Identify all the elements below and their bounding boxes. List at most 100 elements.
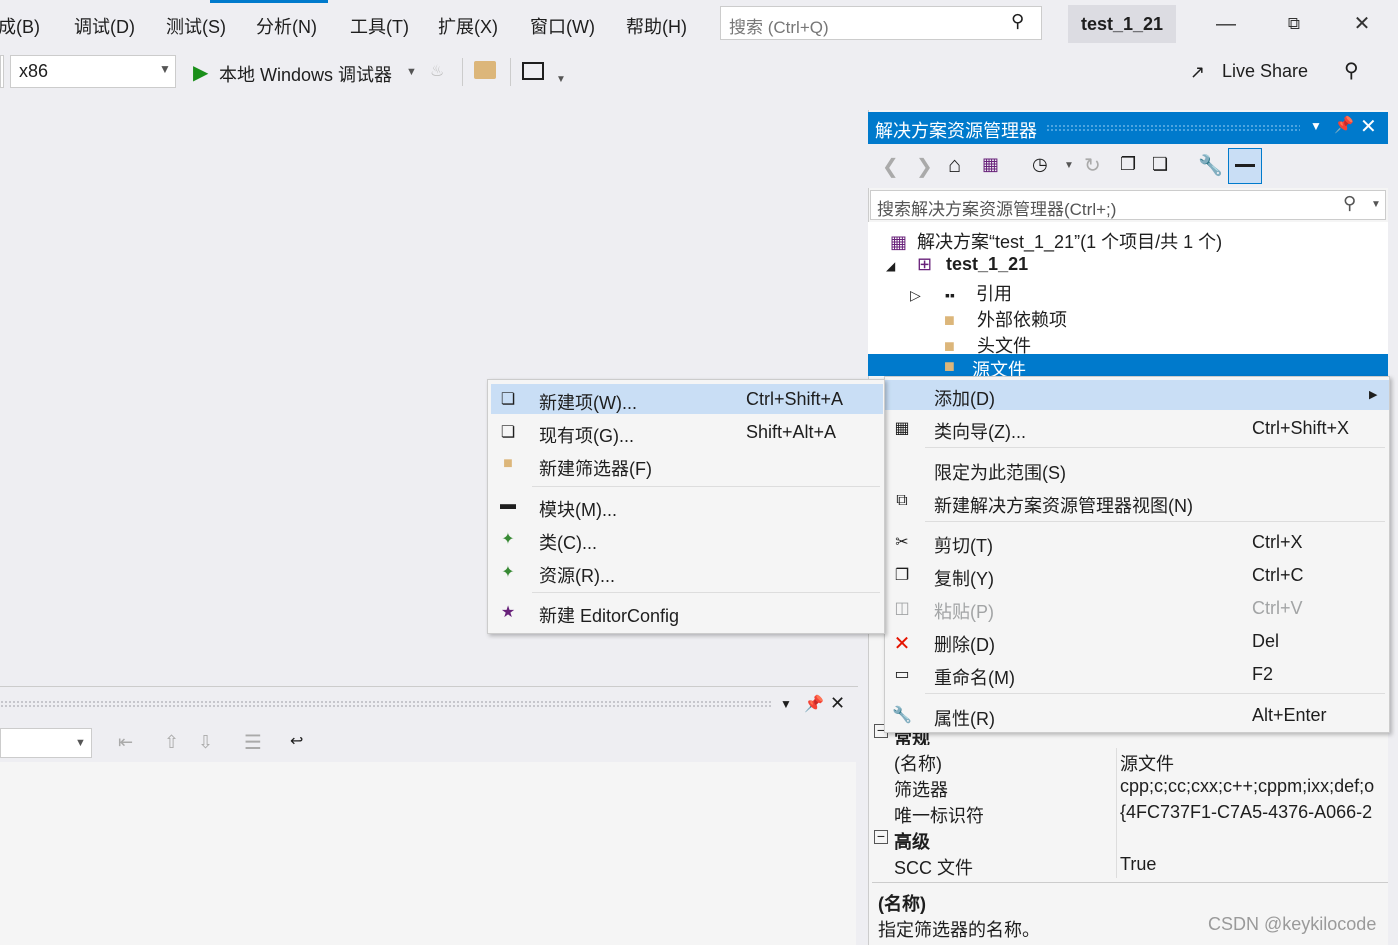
add-submenu: ❏ 新建项(W)... Ctrl+Shift+A ❏ 现有项(G)... Shi… (487, 379, 885, 634)
menu-item-shortcut: Ctrl+V (1252, 598, 1303, 618)
restore-icon[interactable]: ⧉ (1274, 8, 1314, 40)
back-icon[interactable]: ❮ (882, 154, 899, 179)
debugger-dropdown-icon[interactable]: ▼ (406, 66, 417, 78)
prop-uid-value[interactable]: {4FC737F1-C7A5-4376-A066-2 (1120, 802, 1386, 823)
window-layout-icon[interactable] (522, 62, 544, 80)
menu-window[interactable]: 窗口(W) (530, 13, 595, 39)
menu-analyze[interactable]: 分析(N) (256, 13, 317, 39)
menu-item-existing-item[interactable]: ❏ 现有项(G)... Shift+Alt+A (491, 417, 883, 447)
forward-icon[interactable]: ❯ (916, 154, 933, 179)
pin-icon[interactable]: 📌 (804, 694, 824, 714)
paste-icon: ◫ (894, 600, 910, 617)
panel-options-icon[interactable]: ▼ (780, 697, 792, 711)
filter-folder-icon: ■ (944, 356, 955, 376)
config-select-edge[interactable] (0, 55, 4, 88)
prop-scc-label: SCC 文件 (894, 858, 974, 878)
customize-dropdown-icon[interactable]: ▼ (556, 74, 566, 85)
close-icon[interactable]: ✕ (1342, 8, 1382, 40)
live-share-button[interactable]: Live Share (1222, 61, 1308, 82)
collapse-advanced-icon[interactable]: − (874, 829, 888, 844)
global-search-input[interactable]: 搜索 (Ctrl+Q) ⚲ (720, 6, 1042, 40)
minimize-icon[interactable]: — (1206, 8, 1246, 40)
word-wrap-icon[interactable]: ↩ (290, 731, 303, 751)
sync-icon[interactable]: ↻ (1084, 153, 1101, 178)
search-placeholder: 搜索 (Ctrl+Q) (729, 18, 829, 37)
resource-icon: ✦ (501, 564, 515, 581)
menu-item-module[interactable]: ▬ 模块(M)... (491, 491, 883, 521)
panel-close-icon[interactable]: ✕ (830, 693, 845, 714)
chevron-down-icon[interactable]: ▼ (1064, 160, 1074, 171)
menu-item-properties[interactable]: 🔧 属性(R) Alt+Enter (885, 700, 1389, 730)
menu-build[interactable]: 成(B) (0, 13, 40, 39)
collapse-all-icon[interactable]: ❐ (1120, 154, 1136, 175)
preview-bar (1235, 164, 1255, 167)
menu-item-new-editorconfig[interactable]: ★ 新建 EditorConfig (491, 597, 883, 627)
solution-explorer-search[interactable]: 搜索解决方案资源管理器(Ctrl+;) ⚲ ▼ (870, 190, 1386, 220)
menu-item-shortcut: Ctrl+Shift+A (746, 389, 844, 409)
menu-item-resource[interactable]: ✦ 资源(R)... (491, 557, 883, 587)
references-label: 引用 (976, 284, 1013, 304)
menu-item-label: 复制(Y) (934, 569, 994, 589)
menu-separator (925, 693, 1385, 694)
prop-name-value[interactable]: 源文件 (1120, 750, 1174, 776)
panel-grip[interactable] (0, 700, 772, 708)
platform-select[interactable]: x86 ▼ (10, 55, 176, 88)
menu-item-new-filter[interactable]: ■ 新建筛选器(F) (491, 450, 883, 480)
menu-extensions[interactable]: 扩展(X) (438, 13, 498, 39)
prop-scc-value[interactable]: True (1120, 854, 1156, 875)
account-icon[interactable]: ⚲ (1344, 58, 1359, 83)
menu-test[interactable]: 测试(S) (166, 13, 226, 39)
prev-message-icon[interactable]: ⇧ (164, 732, 179, 753)
close-icon[interactable]: ✕ (1360, 114, 1377, 139)
menu-item-copy[interactable]: ❐ 复制(Y) Ctrl+C (885, 560, 1389, 590)
output-source-select[interactable]: ▼ (0, 728, 92, 758)
menu-item-label: 现有项(G)... (539, 426, 634, 446)
menu-item-new-view[interactable]: ⧉ 新建解决方案资源管理器视图(N) (885, 487, 1389, 517)
copy-icon: ❐ (894, 567, 910, 584)
menu-item-new-item[interactable]: ❏ 新建项(W)... Ctrl+Shift+A (491, 384, 883, 414)
menu-item-class-wizard[interactable]: ▦ 类向导(Z)... Ctrl+Shift+X (885, 413, 1389, 443)
references-icon: ▪▪ (945, 287, 955, 303)
properties-wrench-icon[interactable]: 🔧 (1198, 153, 1223, 178)
search-icon: ⚲ (1011, 11, 1025, 31)
tree-item-references[interactable]: ▷ ▪▪ 引用 (910, 280, 1012, 306)
output-body[interactable] (0, 762, 856, 945)
start-debugger-button[interactable]: 本地 Windows 调试器 (219, 61, 392, 87)
menu-item-label: 新建筛选器(F) (539, 459, 652, 479)
tree-item-external-deps[interactable]: ■ 外部依赖项 (944, 306, 1067, 332)
folder-icon: ■ (944, 310, 955, 330)
menu-item-label: 新建项(W)... (539, 393, 637, 413)
next-message-icon[interactable]: ⇩ (198, 732, 213, 753)
clear-all-icon[interactable]: ☰ (244, 730, 262, 755)
play-icon[interactable]: ▶ (193, 60, 208, 85)
folder-icon[interactable] (474, 61, 496, 79)
prop-filter-value[interactable]: cpp;c;cc;cxx;c++;cppm;ixx;def;o (1120, 776, 1386, 797)
menu-debug[interactable]: 调试(D) (74, 13, 135, 39)
menu-item-delete[interactable]: ✕ 删除(D) Del (885, 626, 1389, 656)
menu-tools[interactable]: 工具(T) (350, 13, 409, 39)
home-icon[interactable]: ⌂ (948, 152, 961, 178)
menu-help[interactable]: 帮助(H) (626, 13, 687, 39)
menu-item-label: 类(C)... (539, 533, 597, 553)
hot-reload-icon: ♨ (430, 63, 445, 80)
menu-item-rename[interactable]: ▭ 重命名(M) F2 (885, 659, 1389, 689)
show-all-files-icon[interactable]: ❏ (1152, 154, 1168, 175)
find-icon[interactable]: ⇤ (118, 732, 133, 753)
props-desc-divider (872, 882, 1388, 883)
title-bar: 成(B) 调试(D) 测试(S) 分析(N) 工具(T) 扩展(X) 窗口(W)… (0, 0, 1398, 50)
header-files-label: 头文件 (977, 336, 1032, 356)
pin-icon[interactable]: 📌 (1334, 115, 1354, 135)
scissors-icon: ✂ (895, 534, 909, 551)
menu-item-scope-to-this[interactable]: 限定为此范围(S) (885, 454, 1389, 484)
tree-item-solution[interactable]: ▦ 解决方案“test_1_21”(1 个项目/共 1 个) (890, 228, 1222, 254)
tree-item-source-files[interactable]: ■ 源文件 (868, 354, 1388, 376)
menu-item-add[interactable]: 添加(D) ▶ (885, 380, 1389, 410)
switch-views-icon[interactable]: ▦ (982, 154, 999, 175)
menu-item-cut[interactable]: ✂ 剪切(T) Ctrl+X (885, 527, 1389, 557)
menu-item-shortcut: Shift+Alt+A (746, 422, 837, 442)
pending-changes-icon[interactable]: ◷ (1032, 154, 1048, 175)
tree-item-project[interactable]: ◢ ⊞ test_1_21 (886, 254, 1028, 280)
window-position-icon[interactable]: ▼ (1310, 119, 1322, 133)
project-label: test_1_21 (946, 254, 1029, 274)
menu-item-class[interactable]: ✦ 类(C)... (491, 524, 883, 554)
